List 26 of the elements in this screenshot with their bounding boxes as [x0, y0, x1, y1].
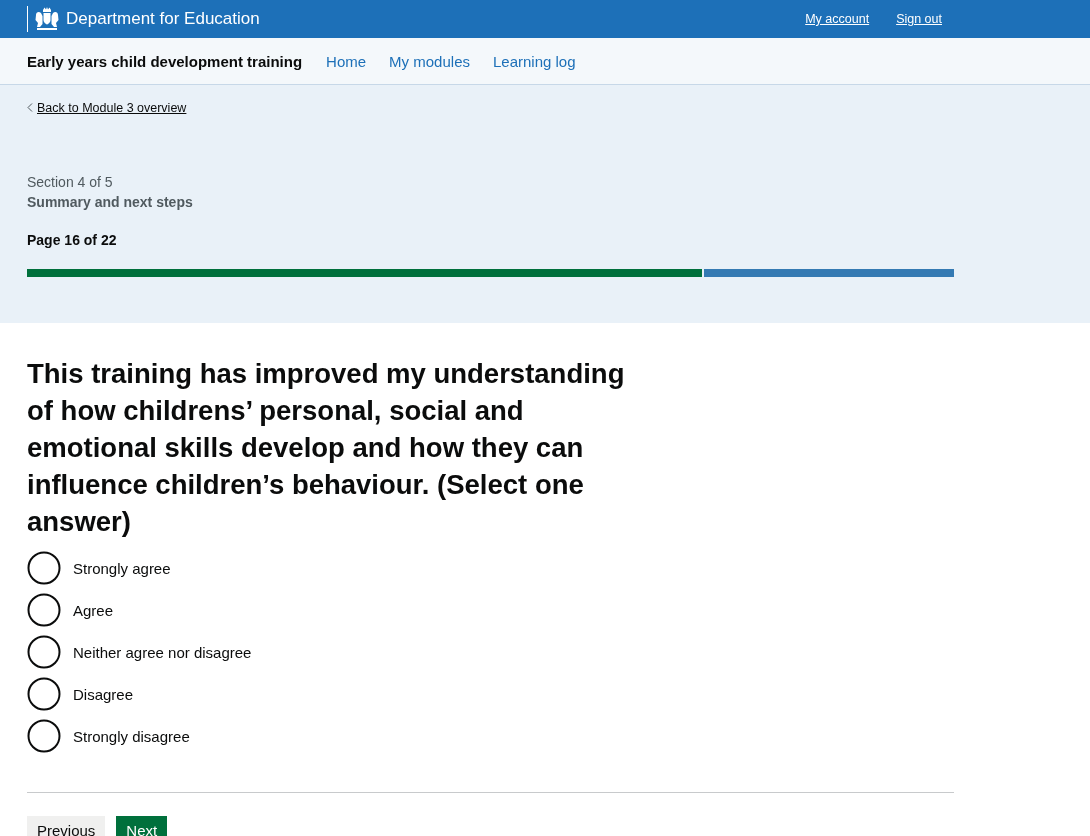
- service-name: Early years child development training: [27, 52, 303, 70]
- previous-button[interactable]: Previous: [27, 816, 106, 836]
- header-link[interactable]: My account: [805, 12, 870, 26]
- radio-button[interactable]: [27, 593, 61, 627]
- option-label[interactable]: Agree: [73, 601, 114, 619]
- option-label[interactable]: Neither agree nor disagree: [73, 643, 252, 661]
- radio-button[interactable]: [27, 719, 61, 753]
- nav-link[interactable]: Learning log: [492, 52, 576, 70]
- question-heading: This training has improved my understanding of how childrens’ personal, social and emotional skills develop and how they can influence children’s behaviour. (Select one answer): [27, 357, 626, 539]
- section-title: Summary and next steps: [27, 193, 194, 212]
- radio-button[interactable]: [27, 635, 61, 669]
- department-logo-link[interactable]: Department for Education: [27, 6, 260, 32]
- option-label[interactable]: Disagree: [73, 685, 134, 703]
- chevron-left-icon: [27, 103, 33, 112]
- page-counter: Page 16 of 22: [27, 231, 118, 250]
- crest-icon: [33, 7, 61, 31]
- nav-link[interactable]: Home: [326, 52, 367, 70]
- next-button[interactable]: Next: [116, 816, 168, 836]
- option-label[interactable]: Strongly agree: [73, 559, 171, 577]
- back-link[interactable]: Back to Module 3 overview: [27, 100, 187, 115]
- radio-button[interactable]: [27, 551, 61, 585]
- radio-button[interactable]: [27, 677, 61, 711]
- header-link[interactable]: Sign out: [896, 12, 942, 26]
- section-caption: Section 4 of 5: [27, 173, 114, 192]
- nav-link[interactable]: My modules: [389, 52, 470, 70]
- option-label[interactable]: Strongly disagree: [73, 727, 190, 745]
